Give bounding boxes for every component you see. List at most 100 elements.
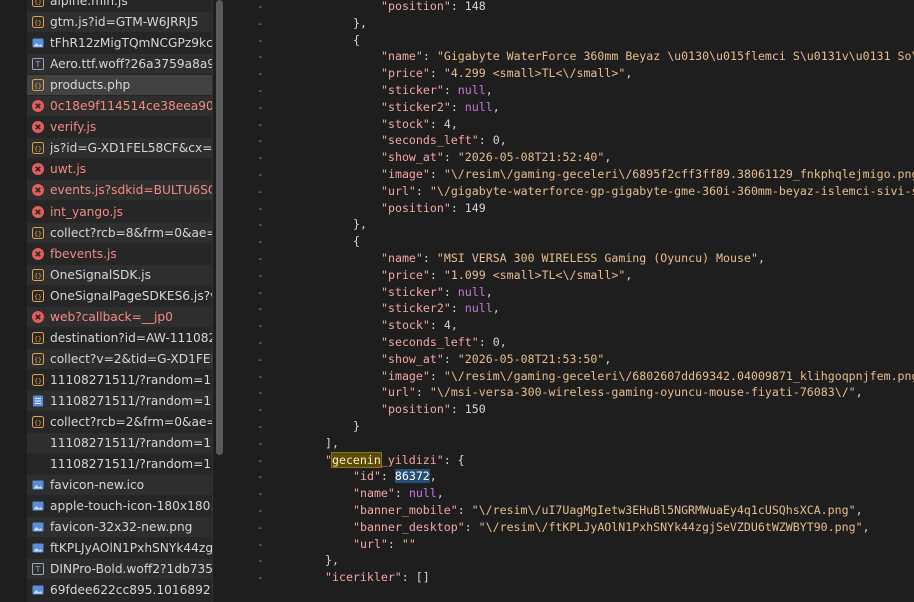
network-request-row[interactable]: web?callback=__jp0 [27,306,212,327]
json-comma: , [485,284,493,299]
gutter-marker: - [257,453,264,467]
network-request-row[interactable]: {} collect?rcb=2&frm=0&ae=... [27,412,212,432]
json-colon: : [478,133,493,148]
error-icon [32,205,44,218]
network-request-row[interactable]: 69fdee622cc895.10168921_... [27,580,212,600]
network-request-row[interactable]: ftKPLJyAOlN1PxhSNYk44zgj... [27,538,212,558]
json-line: "banner_desktop": "\/resim\/ftKPLJyAOlN1… [353,519,870,536]
network-request-row[interactable]: apple-touch-icon-180x180... [27,496,212,516]
error-icon [32,247,44,260]
json-line: "show_at": "2026-05-08T21:52:40", [381,149,611,166]
network-request-row[interactable]: {} 11108271511/?random=17... [27,370,212,390]
network-request-row[interactable]: {} gtm.js?id=GTM-W6JRRJ5 [27,12,212,33]
json-key: "seconds_left" [381,335,479,349]
json-value: "\/resim\/ftKPLJyAOlN1PxhSNYk44zgjSeVZDU… [478,519,863,534]
network-request-row[interactable]: tFhR12zMigTQmNCGPz9kc... [27,33,212,53]
response-body-viewer[interactable]: "position": 148}, {"name": "Gigabyte Wate… [277,0,914,602]
gutter-marker: - [257,285,264,299]
network-request-row[interactable]: uwt.js [27,159,212,179]
request-name: OneSignalSDK.js [50,267,151,282]
request-name: apple-touch-icon-180x180... [50,499,212,514]
scrollbar-thumb[interactable] [216,0,223,455]
json-line: } [353,418,360,435]
svg-text:{}: {} [34,0,42,6]
json-value: 150 [464,402,486,417]
json-key: "sticker2" [381,301,451,316]
json-colon: : [422,251,437,265]
request-name: alpine.min.js [50,0,128,8]
json-key: "stock" [381,116,430,131]
request-name: DINPro-Bold.woff2?1db735... [50,562,212,577]
gutter-marker: - [257,235,264,249]
gutter-marker: - [257,386,264,400]
json-punctuation: }, [353,217,367,232]
network-request-row[interactable]: {} destination?id=AW-111082... [27,328,212,348]
json-value: "2026-05-08T21:53:50" [457,351,605,366]
network-request-row[interactable]: {} collect?v=2&tid=G-XD1FEL... [27,348,212,369]
request-name: Aero.ttf.woff?26a3759a8a95... [50,57,212,72]
network-request-row[interactable]: 11108271511/?random=17... [27,433,212,454]
json-line: ], [325,435,339,452]
script-icon: {} [32,0,44,7]
request-name: int_yango.js [50,204,123,219]
json-punctuation: }, [325,553,339,568]
network-request-row[interactable]: {} collect?rcb=8&frm=0&ae=... [27,222,212,243]
network-request-row[interactable]: {} OneSignalPageSDKES6.js?v... [27,286,212,306]
network-request-row[interactable]: T Aero.ttf.woff?26a3759a8a95... [27,54,212,75]
json-colon: : [415,183,430,198]
script-icon: {} [32,226,44,239]
json-punctuation: { [353,234,360,249]
json-line: "stock": 4, [381,317,458,334]
network-request-row[interactable]: T DINPro-Bold.woff2?1db735... [27,559,212,580]
network-request-row[interactable]: {} alpine.min.js [27,0,212,11]
gutter-marker: - [257,420,264,433]
json-key: "price" [381,267,430,282]
network-request-row[interactable]: int_yango.js [27,202,212,222]
search-match-highlight: gecenin [330,451,382,468]
json-line: "url": "\/gigabyte-waterforce-gp-gigabyt… [381,183,914,200]
network-request-row[interactable]: 11108271511/?random=17... [27,390,212,411]
json-comma: , [450,318,458,333]
gutter-marker: - [257,252,264,265]
gutter-marker: - [257,554,264,568]
json-line: { [353,233,360,250]
network-request-list[interactable]: {} alpine.min.js {} gtm.js?id=GTM-W6JRRJ5 tF… [27,0,212,602]
svg-text:{}: {} [34,292,42,300]
svg-text:{}: {} [34,19,42,27]
network-request-row[interactable]: {} OneSignalSDK.js [27,264,212,285]
json-key: "image" [381,368,430,383]
request-list-scrollbar[interactable] [212,0,226,602]
json-value: "MSI VERSA 300 WIRELESS Gaming (Oyuncu) … [436,251,758,265]
network-request-row[interactable]: favicon-new.ico [27,475,212,496]
gutter-marker: - [257,67,264,81]
request-name: verify.js [50,120,97,135]
json-line: "price": "4.299 <small>TL<\/small>", [381,65,632,82]
network-request-row[interactable]: 0c18e9f114514ce38eea90b... [27,96,212,117]
request-name: 0c18e9f114514ce38eea90b... [50,99,212,114]
json-key: "url" [381,183,416,198]
json-value: "\/resim\/gaming-geceleri\/6895f2cff3ff8… [443,167,914,181]
script-icon: {} [32,373,44,386]
network-request-row[interactable]: verify.js [27,117,212,137]
network-request-row[interactable]: 11108271511/?random=17... [27,454,212,474]
json-line: "position": 149 [381,200,486,217]
network-request-row[interactable]: fbevents.js [27,244,212,264]
json-line: "banner_mobile": "\/resim\/uI7UagMgIetw3… [353,502,863,519]
json-value: [] [415,570,430,585]
network-request-row[interactable]: {} products.php [27,75,212,96]
json-colon: : [380,469,395,484]
gutter-marker: - [257,0,264,13]
svg-text:{}: {} [34,335,42,343]
svg-text:{}: {} [34,377,42,385]
json-key: "id" [353,469,381,484]
json-value: null [457,83,486,97]
json-colon: : [429,368,444,383]
error-icon [32,184,44,197]
network-request-row[interactable]: events.js?sdkid=BULTU6SQ... [27,180,212,201]
network-request-row[interactable]: favicon-32x32-new.png [27,517,212,538]
json-key: "position" [381,200,451,215]
network-request-row[interactable]: {} js?id=G-XD1FEL58CF&cx=c... [27,138,212,159]
json-punctuation: : { [443,452,465,467]
request-name: favicon-new.ico [50,478,145,493]
json-colon: : [443,83,458,97]
